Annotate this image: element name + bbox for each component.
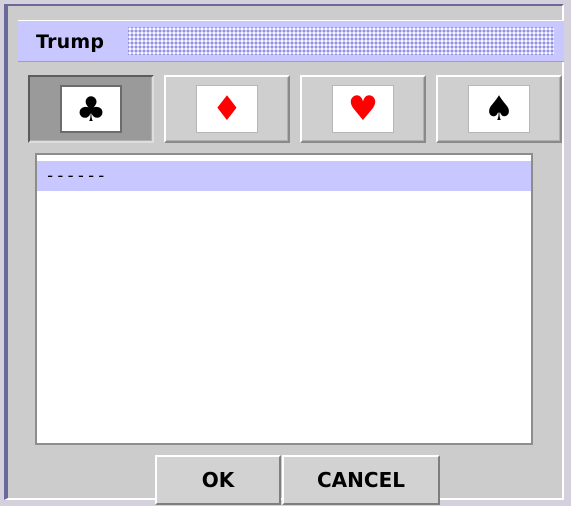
spades-icon: ♠ — [468, 85, 530, 133]
suit-diamonds-button[interactable]: ♦ — [164, 75, 290, 143]
dialog-titlebar[interactable]: Trump — [18, 20, 564, 62]
trump-listbox[interactable]: ------ — [35, 153, 533, 445]
dialog-title: Trump — [36, 31, 105, 53]
list-item[interactable]: ------ — [37, 161, 531, 191]
title-grip-pattern — [128, 27, 554, 55]
suit-hearts-button[interactable]: ♥ — [300, 75, 426, 143]
clubs-icon: ♣ — [60, 85, 122, 133]
suit-spades-button[interactable]: ♠ — [436, 75, 562, 143]
hearts-icon: ♥ — [332, 85, 394, 133]
diamonds-icon: ♦ — [196, 85, 258, 133]
suit-clubs-button[interactable]: ♣ — [28, 75, 154, 143]
trump-dialog: Trump ♣ ♦ ♥ ♠ ------ OK CANCEL — [4, 4, 564, 505]
ok-button[interactable]: OK — [155, 455, 281, 505]
cancel-button[interactable]: CANCEL — [282, 455, 440, 505]
